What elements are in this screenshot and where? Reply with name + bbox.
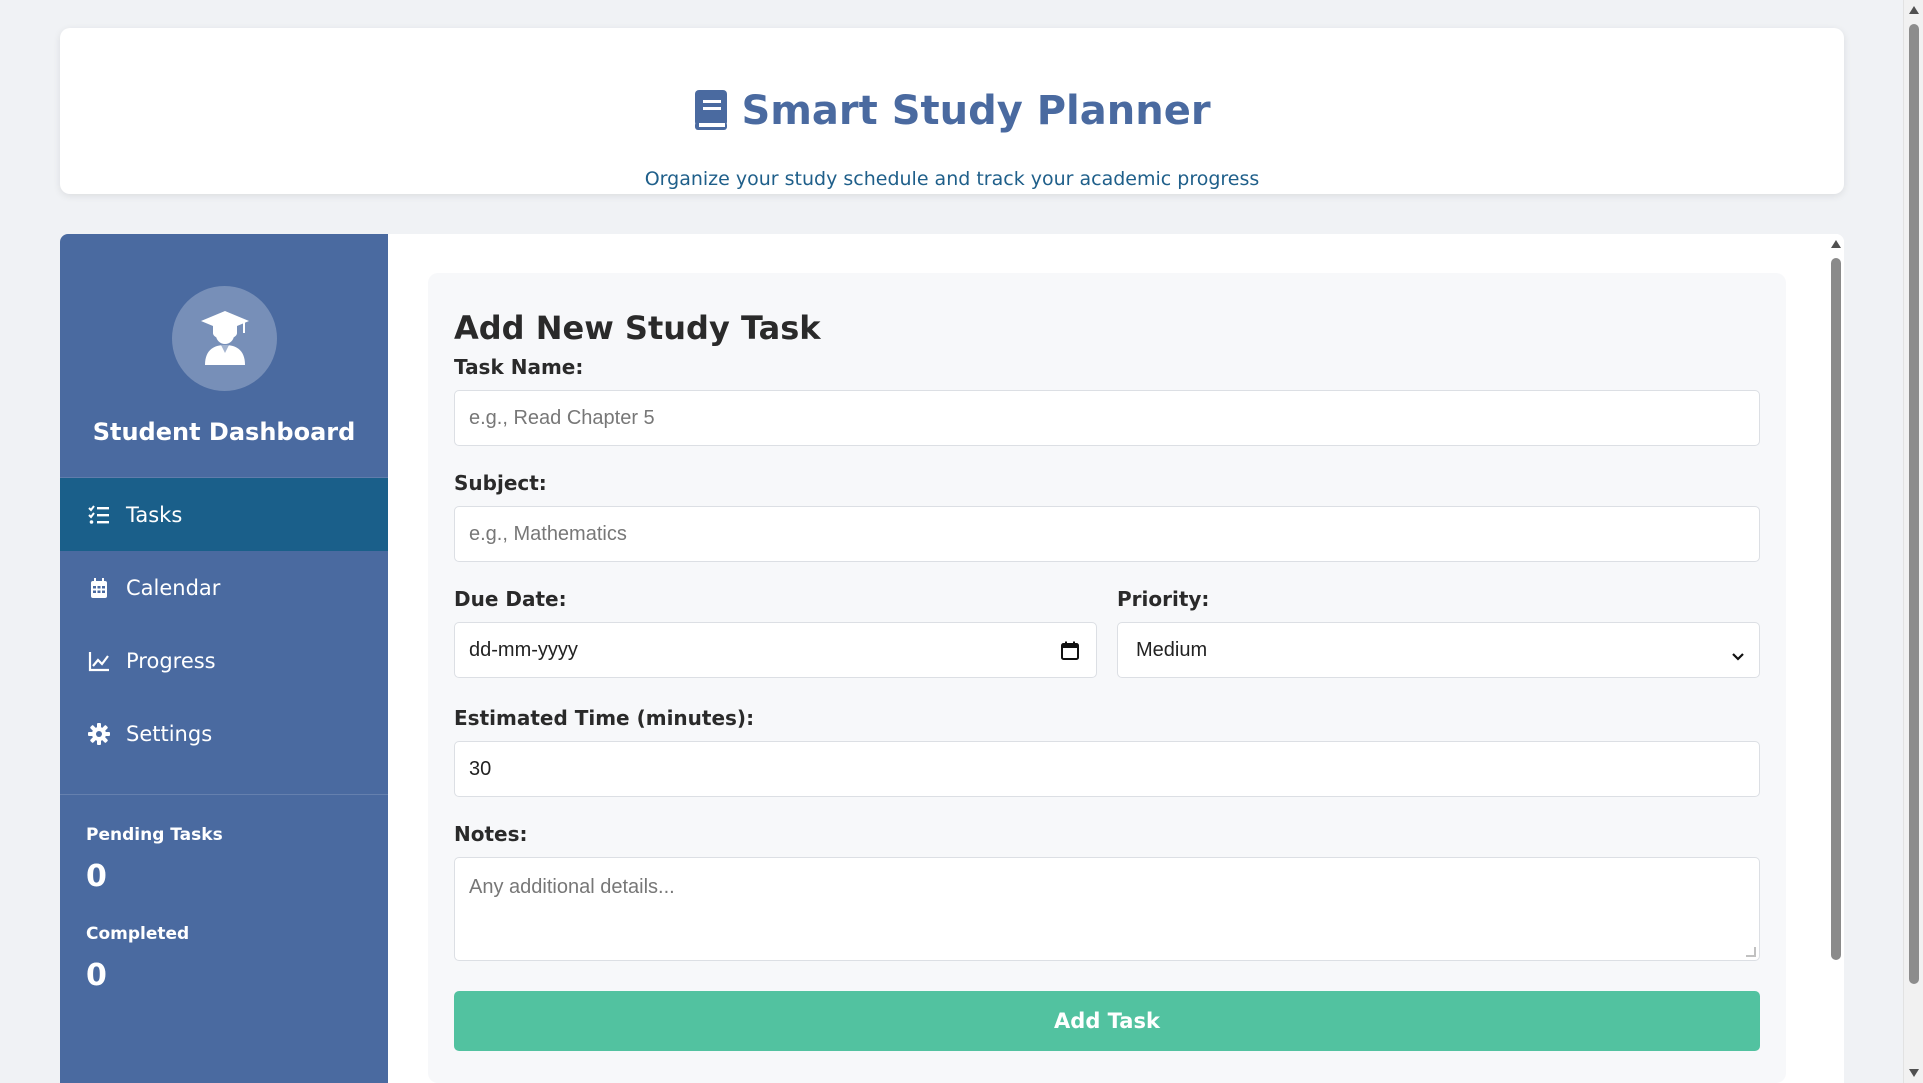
priority-label: Priority: [1117, 587, 1210, 611]
scroll-down-arrow[interactable] [1909, 1069, 1919, 1077]
subject-input[interactable]: e.g., Mathematics [454, 506, 1760, 562]
priority-select[interactable]: Medium [1117, 622, 1760, 678]
due-date-placeholder: dd-mm-yyyy [469, 638, 578, 661]
page-header: Smart Study Planner Organize your study … [60, 28, 1844, 194]
sidebar-item-label: Tasks [126, 502, 183, 527]
pending-tasks-count: 0 [86, 859, 107, 894]
main-content: Add New Study Task Task Name: e.g., Read… [388, 234, 1844, 1083]
sidebar-nav: Tasks Calendar Progress Settings [60, 478, 388, 795]
completed-count: 0 [86, 958, 107, 993]
sidebar-item-label: Settings [126, 721, 213, 746]
sidebar-item-progress[interactable]: Progress [60, 624, 388, 697]
sidebar-item-label: Calendar [126, 575, 221, 600]
content-scrollbar-thumb[interactable] [1831, 258, 1841, 960]
sidebar-stats: Pending Tasks 0 Completed 0 [60, 795, 388, 1053]
sidebar-profile: Student Dashboard [60, 234, 388, 478]
notes-textarea[interactable]: Any additional details... [454, 857, 1760, 961]
due-date-input[interactable]: dd-mm-yyyy [454, 622, 1097, 678]
pending-tasks-label: Pending Tasks [86, 825, 223, 845]
content-scrollbar[interactable] [1828, 234, 1844, 1083]
calendar-icon [88, 577, 110, 599]
resize-handle-icon[interactable] [1746, 947, 1756, 957]
add-task-form: Add New Study Task Task Name: e.g., Read… [428, 273, 1786, 1083]
scroll-up-arrow[interactable] [1909, 6, 1919, 14]
sidebar-title: Student Dashboard [92, 418, 356, 446]
sidebar-item-settings[interactable]: Settings [60, 697, 388, 770]
calendar-picker-icon[interactable] [1060, 641, 1080, 661]
sidebar: Student Dashboard Tasks Calendar Progres… [60, 234, 388, 1083]
sidebar-item-calendar[interactable]: Calendar [60, 551, 388, 624]
completed-label: Completed [86, 924, 190, 944]
chevron-down-icon [1731, 645, 1745, 661]
sidebar-item-label: Progress [126, 648, 216, 673]
page-title: Smart Study Planner [741, 88, 1211, 134]
page-scrollbar[interactable] [1903, 0, 1923, 1083]
estimated-time-label: Estimated Time (minutes): [454, 706, 755, 730]
task-name-input[interactable]: e.g., Read Chapter 5 [454, 390, 1760, 446]
content-scroll-up-arrow[interactable] [1831, 240, 1841, 248]
scrollbar-thumb[interactable] [1909, 24, 1919, 984]
gear-icon [88, 722, 110, 745]
app-container: Student Dashboard Tasks Calendar Progres… [60, 234, 1844, 1083]
estimated-time-input[interactable]: 30 [454, 741, 1760, 797]
form-title: Add New Study Task [454, 309, 821, 347]
book-icon [693, 90, 729, 132]
notes-placeholder: Any additional details... [469, 876, 675, 898]
add-task-button[interactable]: Add Task [454, 991, 1760, 1051]
tasks-list-icon [88, 504, 110, 526]
sidebar-item-tasks[interactable]: Tasks [60, 478, 388, 551]
subject-label: Subject: [454, 471, 547, 495]
avatar [172, 286, 277, 391]
notes-label: Notes: [454, 822, 528, 846]
header-title-row: Smart Study Planner [60, 90, 1844, 132]
graduate-icon [199, 309, 251, 369]
chart-line-icon [88, 650, 110, 672]
priority-selected-value: Medium [1136, 638, 1208, 661]
task-name-label: Task Name: [454, 355, 584, 379]
due-date-label: Due Date: [454, 587, 567, 611]
page-subtitle: Organize your study schedule and track y… [644, 168, 1260, 190]
